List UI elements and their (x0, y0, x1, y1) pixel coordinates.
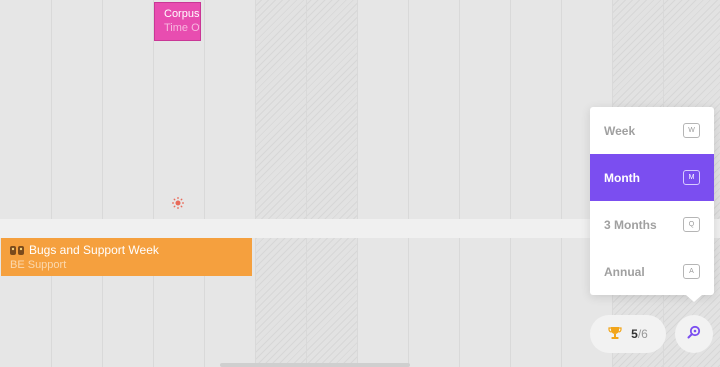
shortcut-key: W (683, 123, 700, 138)
option-label: Month (604, 170, 640, 185)
score-pill[interactable]: 5/6 (590, 315, 666, 353)
menu-caret (686, 295, 702, 302)
day-column (153, 0, 154, 367)
day-column (408, 0, 409, 367)
event-subtitle: Time Off (164, 22, 200, 34)
day-column (255, 0, 256, 367)
day-column (51, 0, 52, 367)
score-total: /6 (637, 327, 648, 341)
day-column (357, 0, 358, 367)
day-column (459, 0, 460, 367)
score-current: 5 (631, 327, 638, 341)
horizontal-scrollbar[interactable] (220, 363, 410, 367)
zoom-option-annual[interactable]: Annual A (590, 248, 714, 295)
event-subtitle: BE Support (10, 259, 67, 271)
zoom-option-3-months[interactable]: 3 Months Q (590, 201, 714, 248)
zoom-option-month[interactable]: Month M (590, 154, 714, 201)
day-column (102, 0, 103, 367)
event-title: Bugs and Support Week (29, 243, 159, 257)
event-title: Corpus (164, 8, 200, 20)
shortcut-key: Q (683, 217, 700, 232)
shortcut-key: A (683, 264, 700, 279)
sun-icon (172, 196, 184, 209)
trophy-icon (608, 326, 622, 343)
zoom-option-week[interactable]: Week W (590, 107, 714, 154)
event-corpus[interactable]: Corpus Time Off (154, 2, 201, 41)
day-column (204, 0, 205, 367)
shortcut-key: M (683, 170, 700, 185)
option-label: 3 Months (604, 217, 657, 232)
bug-emoji-icon (10, 245, 25, 256)
day-column (510, 0, 511, 367)
event-bugs-support[interactable]: Bugs and Support Week BE Support (1, 238, 252, 276)
option-label: Annual (604, 264, 645, 279)
zoom-menu: Week W Month M 3 Months Q Annual A (590, 107, 714, 295)
zoom-button[interactable] (675, 315, 713, 353)
day-column (561, 0, 562, 367)
option-label: Week (604, 123, 636, 138)
day-column (306, 0, 307, 367)
zoom-icon (687, 325, 701, 344)
